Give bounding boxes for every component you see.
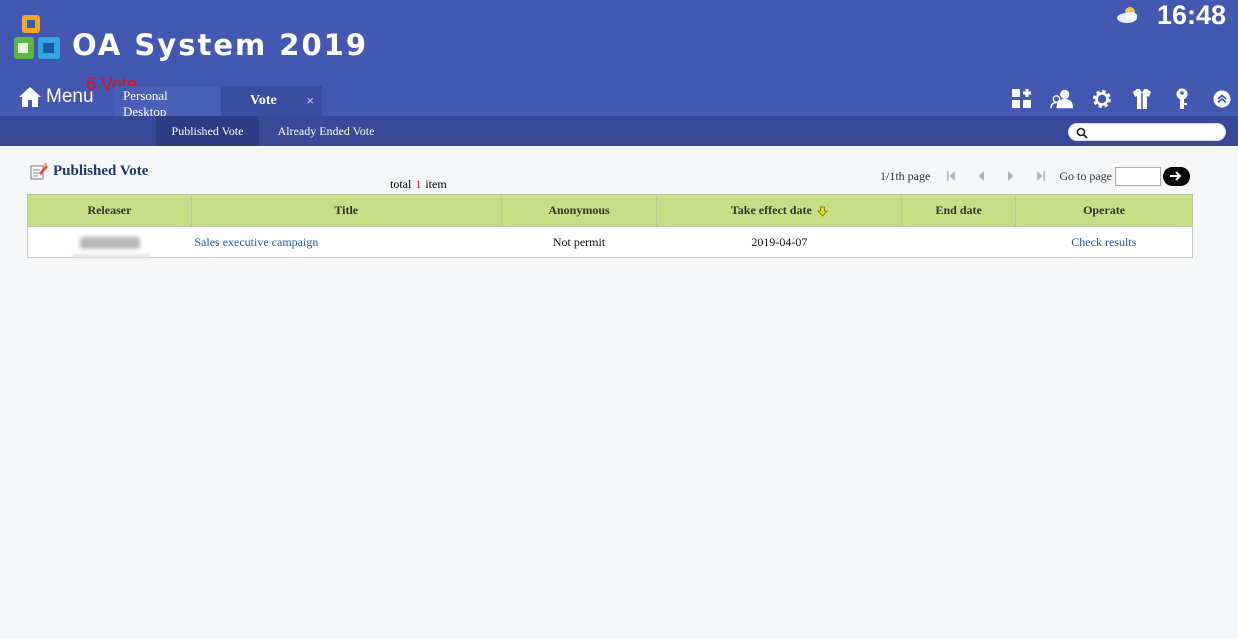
cell-take-effect-date: 2019-04-07 xyxy=(656,226,902,258)
cell-end-date xyxy=(901,226,1016,258)
goto-label: Go to page xyxy=(1059,168,1112,183)
total-count: total 1 item xyxy=(390,177,447,192)
column-header-operate[interactable]: Operate xyxy=(1015,194,1193,227)
go-button[interactable] xyxy=(1162,166,1190,186)
cell-operate: Check results xyxy=(1015,226,1193,258)
last-page-icon[interactable] xyxy=(1026,166,1056,186)
tab-vote[interactable]: Vote × xyxy=(221,86,322,116)
weather-icon xyxy=(1117,7,1137,23)
arrow-right-icon xyxy=(1170,171,1182,181)
menu-button[interactable]: Menu xyxy=(18,84,94,110)
tab-personal-desktop[interactable]: Personal Desktop xyxy=(114,86,220,119)
key-icon[interactable] xyxy=(1170,87,1194,111)
first-page-icon[interactable] xyxy=(936,166,966,186)
sort-down-icon xyxy=(816,206,828,217)
column-header-label: Take effect date xyxy=(730,203,812,217)
vote-table: Releaser Title Anonymous Take effect dat… xyxy=(27,194,1193,258)
cell-title: Sales executive campaign xyxy=(191,226,502,258)
tab-close-icon[interactable]: × xyxy=(306,93,314,108)
gear-icon[interactable] xyxy=(1090,87,1114,111)
page-info: 1/1th page xyxy=(880,168,931,183)
column-header-title[interactable]: Title xyxy=(190,194,502,227)
tab-label: Vote xyxy=(250,93,277,108)
add-app-icon[interactable] xyxy=(1010,87,1034,111)
search-input[interactable] xyxy=(1093,125,1219,139)
edit-note-icon xyxy=(30,163,48,180)
total-prefix: total xyxy=(390,177,412,191)
sub-navigation: Published Vote Already Ended Vote xyxy=(0,116,1238,146)
check-results-link[interactable]: Check results xyxy=(1071,235,1136,249)
subtab-already-ended-vote[interactable]: Already Ended Vote xyxy=(262,116,390,146)
column-header-take-effect-date[interactable]: Take effect date xyxy=(656,194,903,227)
redacted-smudge xyxy=(72,254,150,258)
search-icon xyxy=(1076,127,1088,139)
app-header: OA System 2019 16:48 Menu 6.Vote Persona… xyxy=(0,0,1238,119)
search-box[interactable] xyxy=(1068,123,1226,141)
home-icon xyxy=(19,87,41,107)
pager: 1/1th page Go to page xyxy=(880,165,1190,187)
section-title-text: Published Vote xyxy=(53,163,149,179)
column-header-end-date[interactable]: End date xyxy=(901,194,1017,227)
table-header-row: Releaser Title Anonymous Take effect dat… xyxy=(27,194,1193,227)
total-number: 1 xyxy=(415,177,422,191)
cell-releaser xyxy=(27,226,192,258)
app-title: OA System 2019 xyxy=(72,28,369,62)
section-title: Published Vote xyxy=(30,163,148,180)
previous-page-icon[interactable] xyxy=(966,166,996,186)
total-suffix: item xyxy=(425,177,447,191)
cell-anonymous: Not permit xyxy=(501,226,657,258)
user-group-icon[interactable] xyxy=(1050,87,1074,111)
toolbar xyxy=(1010,87,1238,111)
next-page-icon[interactable] xyxy=(996,166,1026,186)
column-header-releaser[interactable]: Releaser xyxy=(27,194,192,227)
goto-page-input[interactable] xyxy=(1114,166,1161,186)
clock: 16:48 xyxy=(1157,0,1227,30)
subtab-published-vote[interactable]: Published Vote xyxy=(156,116,259,146)
redacted-releaser-name xyxy=(79,236,140,249)
app-logo-icon xyxy=(14,15,60,59)
shirt-icon[interactable] xyxy=(1130,87,1154,111)
vote-title-link[interactable]: Sales executive campaign xyxy=(194,235,318,249)
table-row: Sales executive campaign Not permit 2019… xyxy=(27,226,1193,258)
collapse-up-icon[interactable] xyxy=(1210,87,1234,111)
column-header-anonymous[interactable]: Anonymous xyxy=(500,194,658,227)
